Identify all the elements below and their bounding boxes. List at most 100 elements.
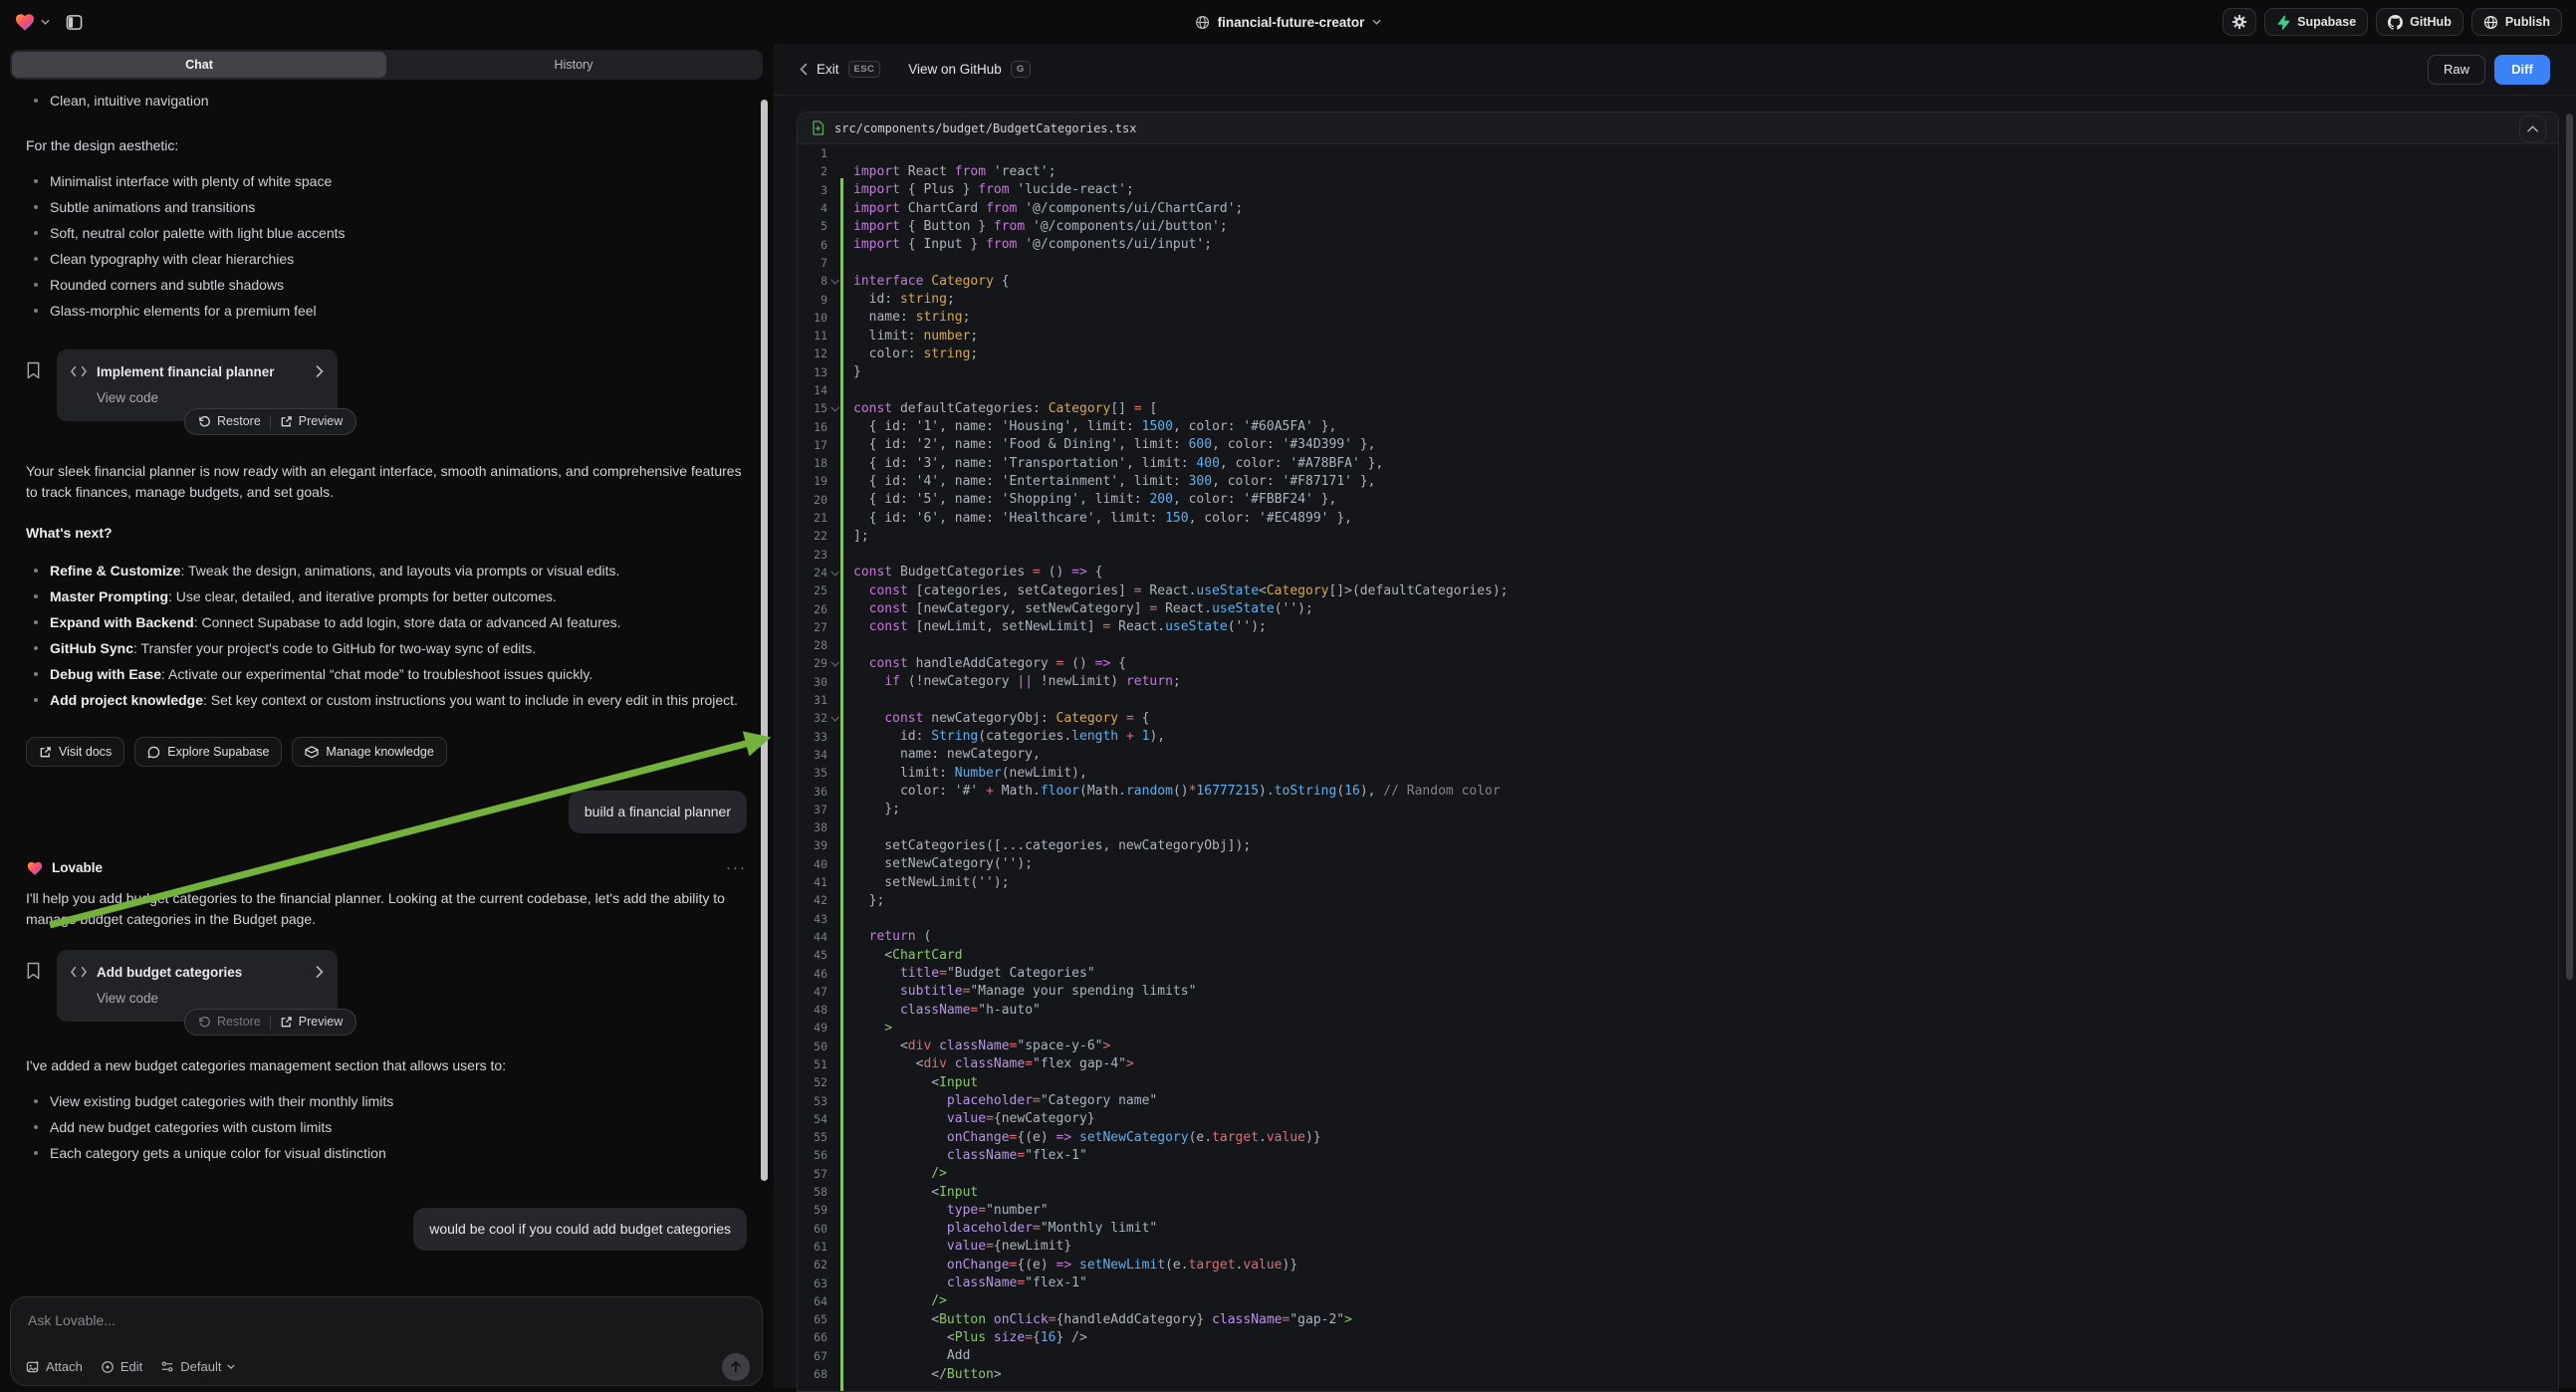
view-on-github-button[interactable]: View on GitHub G (908, 61, 1030, 78)
code-text: name: string; (840, 310, 2558, 325)
sidebar-toggle-button[interactable] (58, 8, 90, 36)
project-switcher[interactable]: financial-future-creator (1195, 0, 1382, 44)
message-menu-button[interactable]: ··· (726, 857, 747, 878)
file-diff-card: src/components/budget/BudgetCategories.t… (797, 112, 2559, 1392)
line-number: 57 (798, 1167, 827, 1181)
file-header[interactable]: src/components/budget/BudgetCategories.t… (798, 113, 2558, 144)
fold-chevron-icon[interactable] (827, 715, 840, 721)
design-aesthetic-intro: For the design aesthetic: (26, 135, 747, 156)
code-line: 53 placeholder="Category name" (798, 1091, 2558, 1109)
line-number: 3 (798, 183, 827, 197)
code-line: 13} (798, 363, 2558, 381)
version-card-add-budget-categories[interactable]: Add budget categories View code Restore (57, 950, 338, 1022)
github-button[interactable]: GitHub (2376, 8, 2463, 36)
code-text: }; (840, 802, 2558, 816)
settings-button[interactable] (2223, 8, 2256, 36)
line-number: 31 (798, 693, 827, 707)
version-card-implement-financial-planner[interactable]: Implement financial planner View code Re (57, 349, 338, 421)
version-card-row: Implement financial planner View code Re (26, 349, 747, 421)
restore-button[interactable]: Restore (189, 409, 270, 434)
fold-chevron-icon[interactable] (827, 660, 840, 666)
diff-toggle-button[interactable]: Diff (2494, 55, 2550, 85)
manage-knowledge-button[interactable]: Manage knowledge (292, 737, 446, 767)
collapse-file-button[interactable] (2519, 116, 2546, 142)
fold-chevron-icon[interactable] (827, 278, 840, 284)
line-number: 50 (798, 1040, 827, 1053)
code-line: 39 setCategories([...categories, newCate… (798, 836, 2558, 854)
code-line: 33 id: String(categories.length + 1), (798, 728, 2558, 746)
code-text: title="Budget Categories" (840, 966, 2558, 981)
raw-toggle-button[interactable]: Raw (2428, 55, 2485, 85)
version-card-title: Implement financial planner (97, 361, 306, 382)
visit-docs-button[interactable]: Visit docs (26, 737, 124, 767)
edit-mode-button[interactable]: Edit (101, 1359, 142, 1374)
preview-button[interactable]: Preview (271, 409, 351, 434)
code-scrollbar[interactable] (2566, 114, 2573, 980)
code-line: 21 { id: '6', name: 'Healthcare', limit:… (798, 509, 2558, 527)
list-item: Soft, neutral color palette with light b… (26, 220, 747, 246)
code-text (840, 146, 2558, 161)
tab-history[interactable]: History (386, 52, 761, 78)
code-text: </Button> (840, 1367, 2558, 1382)
line-number: 62 (798, 1258, 827, 1272)
code-line: 31 (798, 691, 2558, 709)
exit-button[interactable]: Exit ESC (800, 61, 880, 78)
preview-button[interactable]: Preview (271, 1010, 351, 1035)
code-text: /> (840, 1166, 2558, 1181)
explore-supabase-button[interactable]: Explore Supabase (134, 737, 282, 767)
code-text: { id: '5', name: 'Shopping', limit: 200,… (840, 492, 2558, 507)
code-line: 10 name: string; (798, 309, 2558, 327)
model-selector[interactable]: Default (160, 1359, 235, 1374)
code-text: setNewLimit(''); (840, 875, 2558, 890)
file-added-icon (812, 120, 824, 135)
chat-history-tabs: Chat History (10, 50, 763, 80)
code-line: 20 { id: '5', name: 'Shopping', limit: 2… (798, 491, 2558, 509)
bullet-list: Clean, intuitive navigation (26, 88, 747, 114)
code-line: 49 > (798, 1019, 2558, 1037)
code-text (840, 911, 2558, 926)
code-text: color: '#' + Math.floor(Math.random()*16… (840, 784, 2558, 799)
view-code-link[interactable]: View code (97, 988, 158, 1009)
line-number: 64 (798, 1294, 827, 1308)
code-editor[interactable]: 1 2import React from 'react';3import { P… (798, 144, 2558, 1391)
code-line: 11 limit: number; (798, 327, 2558, 345)
list-item: Minimalist interface with plenty of whit… (26, 168, 747, 194)
line-number: 39 (798, 838, 827, 852)
chat-message-list[interactable]: Clean, intuitive navigation For the desi… (0, 80, 773, 1286)
send-button[interactable] (722, 1353, 750, 1381)
lovable-workspace-menu[interactable] (14, 12, 50, 32)
publish-globe-icon (2483, 15, 2498, 30)
line-number: 66 (798, 1330, 827, 1344)
code-line: 42 }; (798, 891, 2558, 909)
fold-chevron-icon[interactable] (827, 570, 840, 576)
code-line: 58 <Input (798, 1183, 2558, 1201)
top-bar: financial-future-creator (0, 0, 2576, 44)
code-text: value={newCategory} (840, 1111, 2558, 1126)
publish-button[interactable]: Publish (2471, 8, 2562, 36)
chevron-right-icon (316, 365, 324, 377)
lovable-logo (14, 12, 36, 32)
supabase-button[interactable]: Supabase (2264, 8, 2368, 36)
line-number: 2 (798, 164, 827, 178)
view-code-link[interactable]: View code (97, 387, 158, 408)
line-number: 32 (798, 711, 827, 725)
chevron-down-icon (41, 19, 50, 25)
chat-scrollbar[interactable] (761, 100, 768, 1181)
code-text: color: string; (840, 347, 2558, 361)
composer-placeholder[interactable]: Ask Lovable... (28, 1312, 116, 1328)
code-text: ]; (840, 529, 2558, 544)
fold-chevron-icon[interactable] (827, 405, 840, 411)
chat-composer[interactable]: Ask Lovable... Attach Edit (10, 1296, 763, 1386)
line-number: 4 (798, 201, 827, 215)
line-number: 30 (798, 675, 827, 689)
line-number: 33 (798, 730, 827, 744)
tab-chat[interactable]: Chat (12, 52, 386, 78)
list-item: Add new budget categories with custom li… (26, 1114, 747, 1140)
code-line: 46 title="Budget Categories" (798, 964, 2558, 982)
line-number: 26 (798, 602, 827, 616)
restore-button[interactable]: Restore (189, 1010, 270, 1035)
code-line: 55 onChange={(e) => setNewCategory(e.tar… (798, 1128, 2558, 1146)
code-text: <ChartCard (840, 948, 2558, 963)
attach-button[interactable]: Attach (26, 1359, 83, 1374)
list-item: Expand with Backend: Connect Supabase to… (26, 609, 747, 635)
